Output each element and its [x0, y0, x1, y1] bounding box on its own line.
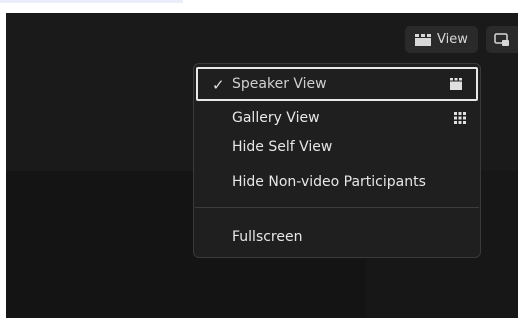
view-menu: ✓ Speaker View Gallery View Hide Self Vi…: [193, 63, 481, 258]
speaker-view-icon: [415, 33, 431, 46]
top-strip: [0, 0, 518, 13]
gallery-grid-icon: [454, 112, 466, 124]
menu-item-hide-self-view[interactable]: Hide Self View: [194, 132, 480, 162]
menu-item-fullscreen[interactable]: Fullscreen: [194, 222, 480, 252]
menu-item-label: Fullscreen: [232, 229, 303, 245]
speaker-view-icon: [450, 78, 462, 90]
screen-overlay-button[interactable]: [486, 26, 518, 53]
view-button[interactable]: View: [405, 26, 478, 53]
menu-item-label: Speaker View: [232, 76, 327, 92]
menu-item-label: Gallery View: [232, 110, 320, 126]
menu-item-gallery-view[interactable]: Gallery View: [194, 103, 480, 133]
view-button-label: View: [437, 32, 468, 47]
tab-highlight: [0, 0, 183, 3]
menu-item-speaker-view[interactable]: ✓ Speaker View: [196, 67, 478, 101]
menu-divider: [195, 207, 479, 208]
menu-item-hide-non-video[interactable]: Hide Non-video Participants: [194, 167, 480, 197]
menu-item-label: Hide Non-video Participants: [232, 174, 426, 190]
menu-item-label: Hide Self View: [232, 139, 333, 155]
check-icon: ✓: [212, 76, 225, 94]
screen-overlay-icon: [494, 32, 509, 46]
